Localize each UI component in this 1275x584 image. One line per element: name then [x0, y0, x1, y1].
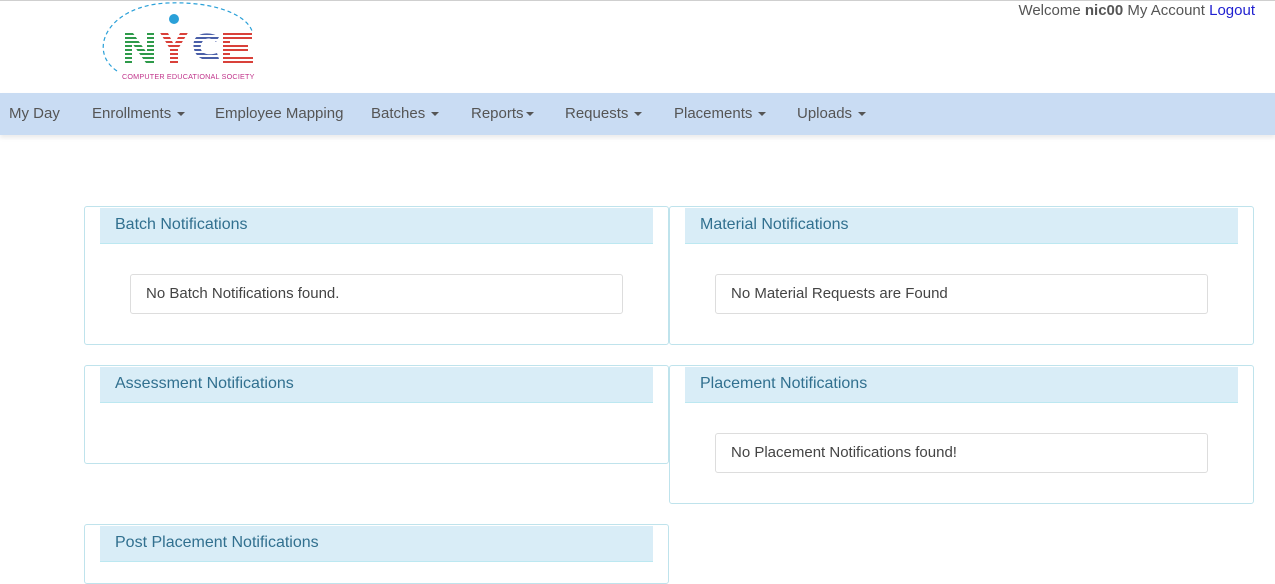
nav-uploads-label: Uploads: [797, 105, 853, 122]
welcome-label: Welcome: [1018, 2, 1081, 19]
nav-requests-label: Requests: [565, 105, 629, 122]
post-placement-notifications-heading: Post Placement Notifications: [100, 526, 653, 562]
batch-notifications-panel: Batch Notifications No Batch Notificatio…: [84, 206, 669, 345]
post-placement-notifications-panel: Post Placement Notifications: [84, 524, 669, 584]
chevron-down-icon: [634, 112, 643, 117]
material-notifications-message: No Material Requests are Found: [715, 274, 1208, 314]
nav-uploads[interactable]: Uploads: [797, 93, 867, 135]
material-notifications-panel: Material Notifications No Material Reque…: [669, 206, 1254, 345]
main-navbar: My Day Enrollments Employee Mapping Batc…: [0, 93, 1275, 135]
page-header: COMPUTER EDUCATIONAL SOCIETY Welcome nic…: [0, 1, 1275, 93]
placement-notifications-heading: Placement Notifications: [685, 367, 1238, 403]
assessment-notifications-panel: Assessment Notifications: [84, 365, 669, 464]
chevron-down-icon: [177, 112, 186, 117]
assessment-notifications-heading: Assessment Notifications: [100, 367, 653, 403]
username: nic00: [1084, 2, 1124, 19]
batch-notifications-heading: Batch Notifications: [100, 208, 653, 244]
batch-notifications-message: No Batch Notifications found.: [130, 274, 623, 314]
nav-enrollments-label: Enrollments: [92, 105, 172, 122]
logout-link[interactable]: Logout: [1209, 2, 1255, 19]
nav-reports[interactable]: Reports: [471, 93, 534, 135]
chevron-down-icon: [858, 112, 867, 117]
chevron-down-icon: [525, 112, 534, 117]
nav-reports-label: Reports: [471, 105, 524, 122]
nav-employee-mapping-label: Employee Mapping: [215, 105, 344, 122]
placement-notifications-message: No Placement Notifications found!: [715, 433, 1208, 473]
nav-employee-mapping[interactable]: Employee Mapping: [215, 93, 343, 135]
nice-logo[interactable]: COMPUTER EDUCATIONAL SOCIETY: [97, 1, 257, 87]
placement-notifications-panel: Placement Notifications No Placement Not…: [669, 365, 1254, 504]
nav-batches-label: Batches: [371, 105, 426, 122]
nav-placements[interactable]: Placements: [674, 93, 767, 135]
material-notifications-heading: Material Notifications: [685, 208, 1238, 244]
my-account-link[interactable]: My Account: [1127, 2, 1205, 19]
nav-enrollments[interactable]: Enrollments: [92, 93, 186, 135]
logo-subtitle-text: COMPUTER EDUCATIONAL SOCIETY: [122, 72, 255, 81]
chevron-down-icon: [431, 112, 440, 117]
chevron-down-icon: [758, 112, 767, 117]
nav-my-day[interactable]: My Day: [9, 93, 60, 135]
welcome-bar: Welcome nic00 My Account Logout: [1018, 2, 1255, 19]
nav-batches[interactable]: Batches: [371, 93, 440, 135]
nav-requests[interactable]: Requests: [565, 93, 643, 135]
nice-logo-graphic: COMPUTER EDUCATIONAL SOCIETY: [102, 2, 255, 81]
nav-my-day-label: My Day: [9, 105, 60, 122]
nav-placements-label: Placements: [674, 105, 753, 122]
